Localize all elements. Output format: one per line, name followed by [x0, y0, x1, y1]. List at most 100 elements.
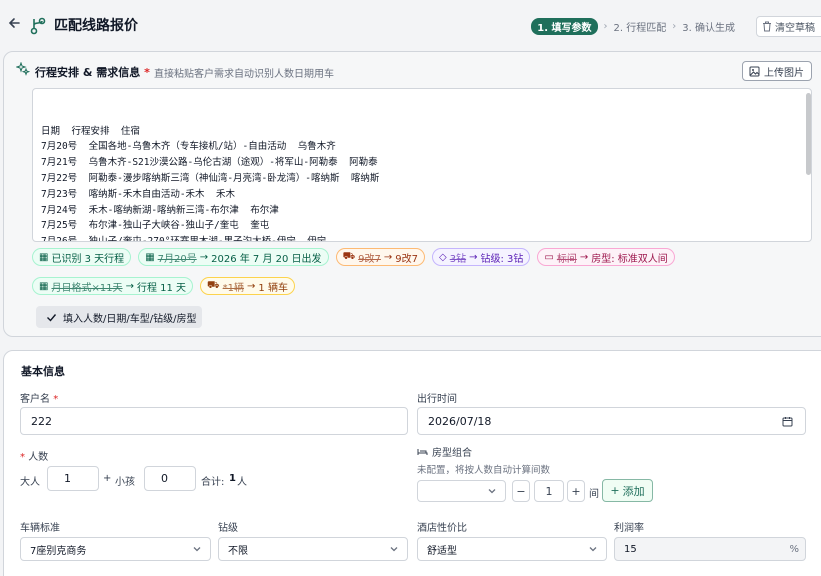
- profit-label: 利润率: [614, 523, 644, 534]
- adult-label: 大人: [20, 477, 40, 488]
- chip-old-value: 9改7: [358, 253, 381, 265]
- fill-params-label: 填入人数/日期/车型/钻级/房型: [63, 313, 197, 325]
- itinerary-line: 7月24号 禾木-喀纳新湖-喀纳新三湾-布尔津 布尔津: [41, 204, 279, 216]
- itinerary-hint: 直接粘贴客户需求自动识别人数日期用车: [154, 69, 334, 80]
- itinerary-line: 7月20号 全国各地-乌鲁木齐（专车接机/站）-自由活动 乌鲁木齐: [41, 141, 336, 153]
- scrollbar-thumb[interactable]: [806, 93, 811, 175]
- itinerary-textarea[interactable]: 日期 行程安排 住宿 7月20号 全国各地-乌鲁木齐（专车接机/站）-自由活动 乌…: [32, 88, 812, 242]
- chip-new-value: 房型: 标准双人间: [591, 253, 668, 265]
- sparkle-icon: [15, 61, 31, 76]
- recognition-chip: ⛟ *1辆 → 1 辆车: [200, 277, 295, 295]
- itinerary-line: 7月25号 布尔津-独山子大峡谷-独山子/奎屯 奎屯: [41, 220, 270, 232]
- itinerary-line: 7月21号 乌鲁木齐-S21沙漠公路-乌伦古湖（途观）-将军山-阿勒泰 阿勒泰: [41, 157, 378, 169]
- customer-value: 222: [31, 414, 52, 428]
- arrow-right-icon: →: [247, 280, 256, 292]
- check-icon: [47, 313, 57, 322]
- customer-input[interactable]: 222: [20, 407, 408, 435]
- room-unit: 间: [589, 489, 599, 500]
- bed-icon: [417, 448, 428, 455]
- total-value: 1: [229, 473, 236, 484]
- child-label: 小孩: [115, 477, 135, 488]
- chip-new-value: 钻级: 3钻: [480, 253, 524, 265]
- room-label-text: 房型组合: [432, 448, 472, 459]
- recognition-chip: ▦ 7月20号 → 2026 年 7 月 20 日出发: [138, 248, 329, 266]
- itinerary-title: 行程安排 & 需求信息 *: [35, 64, 150, 80]
- chevron-down-icon: [390, 547, 398, 552]
- child-input[interactable]: 0: [144, 466, 196, 491]
- adult-value: 1: [64, 472, 71, 485]
- step-indicator: 1. 填写参数 › 2. 行程匹配 › 3. 确认生成: [531, 17, 735, 35]
- basic-info-title: 基本信息: [21, 365, 65, 378]
- itinerary-line: 日期 行程安排 住宿: [41, 125, 140, 137]
- chip-new-value: 行程 11 天: [136, 282, 187, 294]
- back-arrow-icon[interactable]: [6, 16, 22, 34]
- fill-params-button[interactable]: 填入人数/日期/车型/钻级/房型: [36, 306, 202, 328]
- itinerary-card: 行程安排 & 需求信息 * 直接粘贴客户需求自动识别人数日期用车 上传图片 日期…: [3, 51, 821, 337]
- chip-old-value: 月日格式×11天: [51, 282, 123, 294]
- date-value: 2026/07/18: [428, 414, 492, 428]
- car-icon: ⛟: [342, 250, 356, 262]
- chip-text: 已识别 3 天行程: [51, 253, 125, 265]
- step-3: 3. 确认生成: [682, 22, 735, 34]
- profit-input[interactable]: 15 %: [614, 537, 806, 561]
- child-value: 0: [161, 472, 168, 485]
- profit-value: 15: [624, 543, 637, 555]
- add-room-button[interactable]: + 添加: [602, 479, 653, 502]
- route-icon: [30, 15, 46, 35]
- clear-draft-label: 清空草稿: [775, 23, 815, 34]
- chip-old-value: *1辆: [222, 282, 245, 294]
- trash-icon: [763, 21, 771, 32]
- arrow-right-icon: →: [383, 251, 393, 263]
- recognition-chips-row-1: ▦ 已识别 3 天行程 ▦ 7月20号 → 2026 年 7 月 20 日出发 ⛟ 9改7 → 9…: [32, 248, 802, 266]
- recognition-chips-row-2: ▦ 月日格式×11天 → 行程 11 天 ⛟ *1辆 → 1 辆车: [32, 277, 802, 295]
- room-count-input[interactable]: 1: [534, 480, 564, 502]
- people-label: * 人数: [20, 448, 48, 463]
- arrow-right-icon: →: [579, 251, 589, 263]
- chevron-down-icon: [488, 489, 496, 494]
- chip-new-value: 2026 年 7 月 20 日出发: [211, 253, 322, 265]
- calendar-icon[interactable]: [782, 416, 793, 427]
- hotel-value-select[interactable]: 舒适型: [417, 537, 607, 561]
- star-value: 不限: [228, 545, 248, 557]
- chip-old-value: 7月20号: [157, 253, 197, 265]
- profit-unit: %: [789, 543, 799, 555]
- plus-icon: +: [610, 484, 620, 497]
- customer-label-text: 客户名: [20, 394, 50, 405]
- people-label-text: 人数: [28, 452, 49, 463]
- chevron-down-icon: [193, 547, 201, 552]
- room-combo-label: 房型组合: [417, 444, 472, 459]
- arrow-right-icon: →: [469, 251, 478, 263]
- itinerary-title-text: 行程安排 & 需求信息: [35, 66, 141, 79]
- itinerary-line: 7月23号 喀纳斯-禾木自由活动-禾木 禾木: [41, 188, 235, 200]
- step-1: 1. 填写参数: [531, 17, 598, 35]
- arrow-right-icon: →: [125, 280, 134, 292]
- recognition-chip: ▭ 标间 → 房型: 标准双人间: [537, 248, 675, 266]
- vehicle-select[interactable]: 7座别克商务: [20, 537, 211, 561]
- room-count-value: 1: [545, 484, 553, 498]
- upload-image-button[interactable]: 上传图片: [742, 61, 812, 81]
- itinerary-line: 7月22号 阿勒泰-漫步喀纳斯三湾（神仙湾-月亮湾-卧龙湾）-喀纳斯 喀纳斯: [41, 172, 380, 184]
- plus-sign: +: [103, 473, 112, 484]
- vehicle-label: 车辆标准: [20, 523, 60, 534]
- calendar-icon: ▦: [39, 280, 49, 292]
- hotel-value: 舒适型: [427, 545, 457, 557]
- calendar-icon: ▦: [145, 251, 155, 263]
- chip-new-value: 1 辆车: [258, 282, 288, 294]
- clear-draft-button[interactable]: 清空草稿: [756, 16, 821, 37]
- recognition-chip: ⛟ 9改7 → 9改7: [335, 248, 426, 266]
- chip-old-value: 标间: [556, 253, 577, 265]
- room-type-select[interactable]: [417, 480, 506, 502]
- chip-new-value: 9改7: [395, 253, 419, 265]
- adult-input[interactable]: 1: [47, 466, 99, 491]
- room-increment-button[interactable]: +: [567, 480, 585, 502]
- date-input[interactable]: 2026/07/18: [417, 407, 806, 435]
- chevron-down-icon: [589, 547, 597, 552]
- itinerary-lines: 日期 行程安排 住宿 7月20号 全国各地-乌鲁木齐（专车接机/站）-自由活动 乌…: [41, 124, 803, 242]
- total-label: 合计:: [201, 477, 225, 488]
- room-decrement-button[interactable]: −: [512, 480, 530, 502]
- star-label: 钻级: [218, 523, 238, 534]
- page-title: 匹配线路报价: [54, 18, 138, 34]
- required-mark: *: [144, 66, 150, 79]
- star-select[interactable]: 不限: [218, 537, 408, 561]
- itinerary-line: 7月26号 独山子/奎屯-270°环赛里木湖-果子沟大桥-伊宁 伊宁: [41, 236, 327, 242]
